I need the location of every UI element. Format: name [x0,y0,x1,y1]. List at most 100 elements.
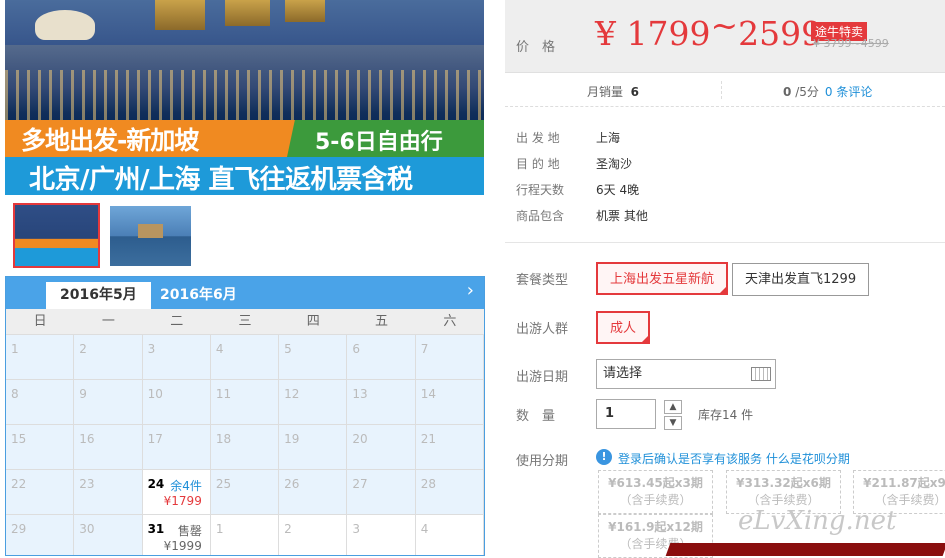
chevron-right-icon[interactable]: › [467,280,474,301]
calendar-day: 1 [210,515,280,555]
hotel-tower [285,0,325,22]
day-number: 30 [79,522,95,536]
water-lights [5,70,484,120]
calendar-day: 29 [6,515,75,555]
installment-amount: ¥313.32起x6期 [736,476,831,490]
weekday-label: 二 [170,314,184,329]
departure-calendar: 2016年5月 2016年6月 › 日一二三四五六 1 2 3 4 5 6 7 8 9 10 11 1… [5,276,485,556]
rating: 0 /5分 0 条评论 [783,83,872,100]
installment-fee: （含手续费） [747,493,820,507]
calendar-day: 4 [415,515,484,555]
detail-key: 行程天数 [516,183,565,197]
price-high: 2599 [738,14,823,53]
day-number: 12 [284,387,300,401]
reviews-link[interactable]: 0 条评论 [825,85,872,99]
day-status: 售罄 [177,524,202,538]
calendar-day: 16 [74,425,143,470]
rating-suffix: /5分 [795,85,819,99]
tab-june-2016[interactable]: 2016年6月 [146,282,251,309]
day-number: 26 [284,477,300,491]
day-number: 9 [79,387,87,401]
banner-subtitle: 北京/广州/上海 直飞往返机票含税 [29,165,413,195]
price-tilde: ~ [710,6,739,45]
calendar-day: 2 [279,515,348,555]
day-number: 1 [11,342,19,356]
date-label: 出游日期 [516,370,569,385]
installment-amount: ¥613.45起x3期 [608,476,703,490]
installment-amount: ¥211.87起x9期 [863,476,945,490]
original-price: ¥ 3799~4599 [813,37,889,50]
people-option-adult[interactable]: 成人 [596,311,651,344]
day-number: 20 [352,432,368,446]
package-label: 套餐类型 [516,273,569,288]
calendar-day: 3 [142,335,211,380]
thumbnail-1-selected[interactable] [13,203,100,268]
thumbnail-2[interactable] [110,206,191,266]
day-number: 17 [147,432,163,446]
hotel-tower [225,0,270,26]
day-number: 23 [79,477,95,491]
calendar-day: 25 [210,470,280,515]
weekday-header: 日一二三四五六 [6,309,484,335]
calendar-day: 14 [415,380,484,425]
rating-score: 0 [783,85,792,99]
day-number: 28 [420,477,436,491]
installment-option-3[interactable]: ¥613.45起x3期 （含手续费） [598,470,713,514]
day-number: 18 [215,432,232,446]
day-number: 22 [11,477,27,491]
calendar-day: 19 [279,425,348,470]
detail-value: 机票 其他 [596,209,648,223]
installment-fee: （含手续费） [619,493,692,507]
detail-value: 圣淘沙 [596,157,633,171]
day-number: 16 [79,432,95,446]
calendar-day: 18 [210,425,280,470]
weekday-label: 四 [306,314,320,329]
day-number: 27 [352,477,368,491]
day-number: 11 [215,387,232,401]
calendar-day: 21 [415,425,484,470]
price-label: 价 格 [516,40,556,55]
installment-note-link[interactable]: 登录后确认是否享有该服务 什么是花呗分期 [618,450,850,467]
price-low: 1799 [626,14,711,53]
quantity-down-button[interactable]: ▼ [664,416,682,430]
weekday-label: 三 [238,314,252,329]
day-number: 2 [79,342,87,356]
package-option-tianjin[interactable]: 天津出发直飞1299 [732,263,870,296]
calendar-day: 4 [210,335,280,380]
stats-row: 月销量 6 0 /5分 0 条评论 [505,73,945,107]
calendar-day: 22 [6,470,75,515]
calendar-day: 13 [347,380,416,425]
calendar-icon[interactable] [751,367,771,381]
monthly-sales: 月销量 6 [587,83,639,100]
package-option-shanghai[interactable]: 上海出发五星新航 [596,262,729,295]
quantity-up-button[interactable]: ▲ [664,400,682,414]
day-number: 2 [284,522,292,536]
stock-text: 库存14 件 [698,408,754,422]
calendar-day: 1 [6,335,75,380]
banner-duration: 5-6日自由行 [315,130,443,155]
calendar-day: 5 [279,335,348,380]
product-banner: 多地出发-新加坡 5-6日自由行 北京/广州/上海 直飞往返机票含税 [5,0,484,195]
right-panel: 价 格 ¥ 1799~2599 途牛特卖 ¥ 3799~4599 月销量 6 0… [505,0,945,558]
price-bar: 价 格 ¥ 1799~2599 途牛特卖 ¥ 3799~4599 [505,0,945,73]
calendar-day: 6 [347,335,416,380]
detail-key: 商品包含 [516,209,565,223]
day-number: 21 [420,432,436,446]
detail-value: 上海 [596,131,621,145]
day-number: 15 [11,432,27,446]
calendar-day: 11 [210,380,280,425]
calendar-day[interactable]: 24 余4件 ¥1799 [142,470,211,515]
day-number: 3 [352,522,361,536]
tab-may-2016[interactable]: 2016年5月 [46,282,151,309]
day-status: 余4件 [170,479,202,493]
calendar-header: 2016年5月 2016年6月 › [6,277,484,309]
detail-key: 出 发 地 [516,131,560,145]
day-number: 29 [11,522,27,536]
left-panel: 多地出发-新加坡 5-6日自由行 北京/广州/上海 直飞往返机票含税 2016年… [0,0,500,556]
calendar-day[interactable]: 31 售罄 ¥1999 [142,515,211,555]
date-select-input[interactable]: 请选择 [596,359,776,389]
calendar-day: 15 [6,425,75,470]
info-icon: ! [596,449,612,465]
quantity-input[interactable]: 1 [596,399,656,429]
day-number: 6 [352,342,361,356]
